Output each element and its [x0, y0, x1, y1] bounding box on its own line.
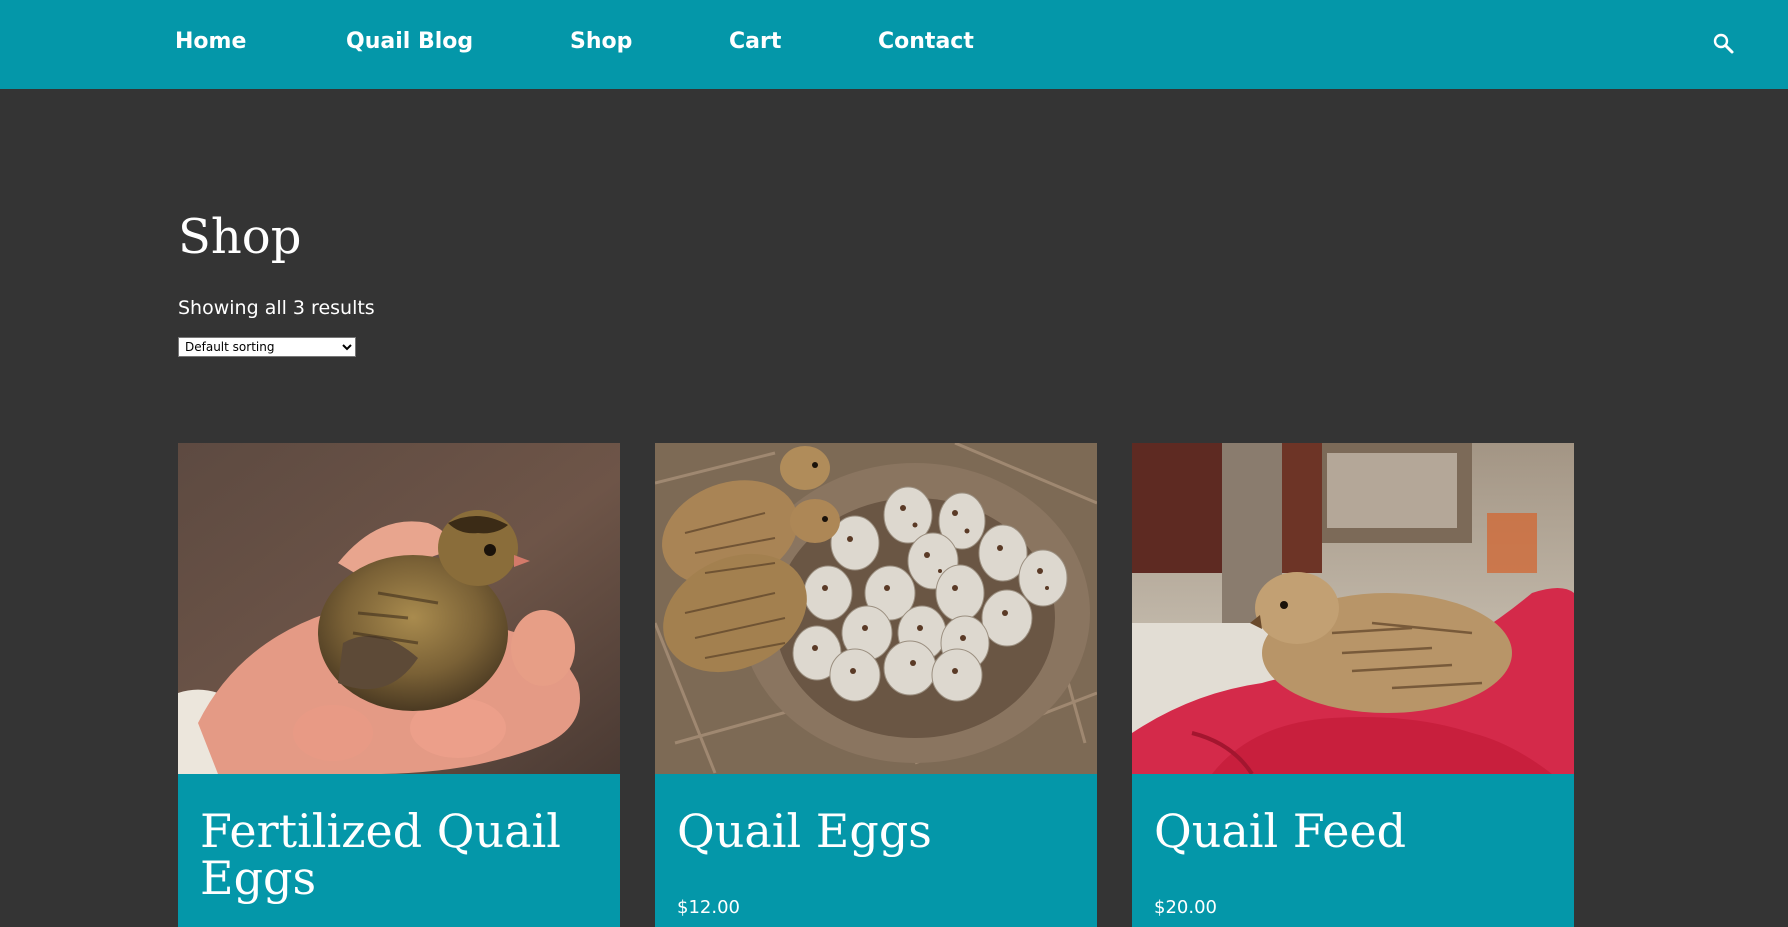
- sort-select[interactable]: Default sorting: [178, 337, 356, 357]
- product-title[interactable]: Fertilized Quail Eggs: [200, 808, 600, 902]
- product-card-quail-eggs[interactable]: Quail Eggs $12.00: [655, 443, 1097, 927]
- product-image-quail-nest[interactable]: [655, 443, 1097, 774]
- nav-contact[interactable]: Contact: [878, 27, 974, 57]
- product-card-quail-feed[interactable]: Quail Feed $20.00: [1132, 443, 1574, 927]
- search-icon: [1713, 33, 1734, 54]
- product-card-fertilized-quail-eggs[interactable]: Fertilized Quail Eggs: [178, 443, 620, 927]
- product-card-body: Quail Eggs $12.00: [655, 774, 1097, 927]
- top-navigation: Home Quail Blog Shop Cart Contact: [0, 0, 1788, 89]
- product-card-body: Quail Feed $20.00: [1132, 774, 1574, 927]
- result-count: Showing all 3 results: [178, 297, 375, 319]
- product-card-body: Fertilized Quail Eggs: [178, 774, 620, 927]
- page-title: Shop: [178, 209, 302, 265]
- product-price: $12.00: [677, 897, 740, 918]
- nav-shop[interactable]: Shop: [570, 27, 632, 57]
- product-image-quail-chick[interactable]: [178, 443, 620, 774]
- product-title[interactable]: Quail Eggs: [677, 808, 1077, 855]
- product-image-quail-on-cloth[interactable]: [1132, 443, 1574, 774]
- nav-cart[interactable]: Cart: [729, 27, 781, 57]
- product-price: $20.00: [1154, 897, 1217, 918]
- nav-quail-blog[interactable]: Quail Blog: [346, 27, 473, 57]
- nav-home[interactable]: Home: [175, 27, 246, 57]
- search-button[interactable]: [1710, 30, 1738, 58]
- product-title[interactable]: Quail Feed: [1154, 808, 1554, 855]
